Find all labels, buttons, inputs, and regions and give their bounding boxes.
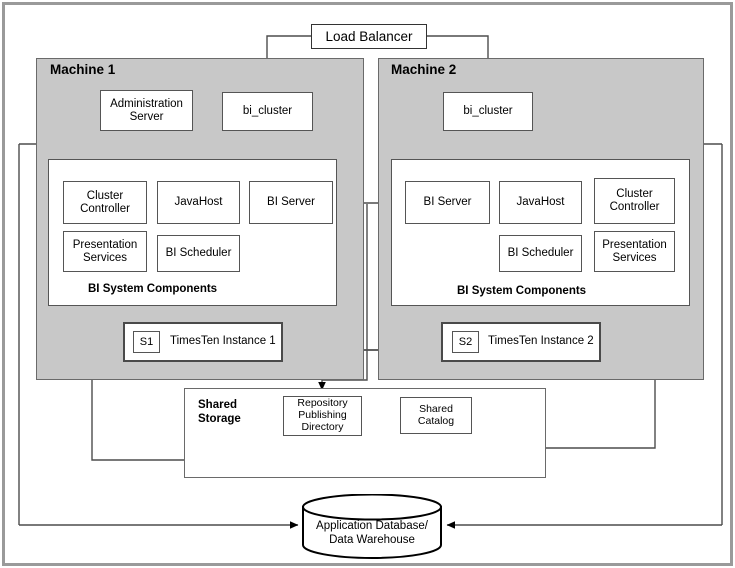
presentation-services-node-1[interactable]: Presentation Services [63,231,147,272]
cluster-controller-node-1[interactable]: Cluster Controller [63,181,147,224]
bi-server-label-2: BI Server [423,196,472,209]
bi-scheduler-label-1: BI Scheduler [165,247,232,260]
machine-2-title: Machine 2 [391,62,457,77]
diagram-canvas: Load Balancer Machine 1 Administration S… [0,0,735,568]
presentation-services-label-2: Presentation Services [602,238,667,264]
timesten-badge-s1: S1 [133,331,160,353]
javahost-node-2[interactable]: JavaHost [499,181,582,224]
javahost-label-2: JavaHost [516,196,565,209]
bi-cluster-label-1: bi_cluster [242,105,293,118]
shared-catalog-label: Shared Catalog [417,402,455,427]
bi-server-node-1[interactable]: BI Server [249,181,333,224]
timesten-badge-label-2: S2 [458,336,473,348]
presentation-services-label-1: Presentation Services [72,238,138,264]
bi-cluster-label-2: bi_cluster [463,105,513,118]
bi-scheduler-node-2[interactable]: BI Scheduler [499,235,582,272]
application-database-label: Application Database/ Data Warehouse [316,520,428,546]
bi-cluster-node-machine-1[interactable]: bi_cluster [222,92,313,131]
bi-server-label-1: BI Server [267,196,315,209]
timesten-instance-1-label: TimesTen Instance 1 [170,335,276,347]
timesten-badge-s2: S2 [452,331,479,353]
javahost-label-1: JavaHost [174,196,223,209]
shared-catalog-node[interactable]: Shared Catalog [400,397,472,434]
bi-server-node-2[interactable]: BI Server [405,181,490,224]
presentation-services-node-2[interactable]: Presentation Services [594,231,675,272]
javahost-node-1[interactable]: JavaHost [157,181,240,224]
administration-server-node[interactable]: Administration Server [100,90,193,131]
timesten-badge-label-1: S1 [139,336,154,348]
repository-publishing-directory-node[interactable]: Repository Publishing Directory [283,396,362,436]
bi-scheduler-node-1[interactable]: BI Scheduler [157,235,240,272]
bi-cluster-node-machine-2[interactable]: bi_cluster [443,92,533,131]
cluster-controller-label-1: Cluster Controller [80,189,130,215]
timesten-instance-2-label: TimesTen Instance 2 [488,335,594,347]
administration-server-label: Administration Server [110,97,183,123]
bi-system-components-label-1: BI System Components [88,283,218,295]
load-balancer-node[interactable]: Load Balancer [311,24,427,49]
bi-scheduler-label-2: BI Scheduler [507,247,574,260]
repository-publishing-directory-label: Repository Publishing Directory [297,397,348,433]
load-balancer-label: Load Balancer [325,29,413,44]
shared-storage-title: Shared Storage [198,399,241,426]
cluster-controller-node-2[interactable]: Cluster Controller [594,178,675,224]
bi-system-components-label-2: BI System Components [457,285,587,297]
machine-1-title: Machine 1 [50,62,116,77]
cluster-controller-label-2: Cluster Controller [609,188,660,213]
